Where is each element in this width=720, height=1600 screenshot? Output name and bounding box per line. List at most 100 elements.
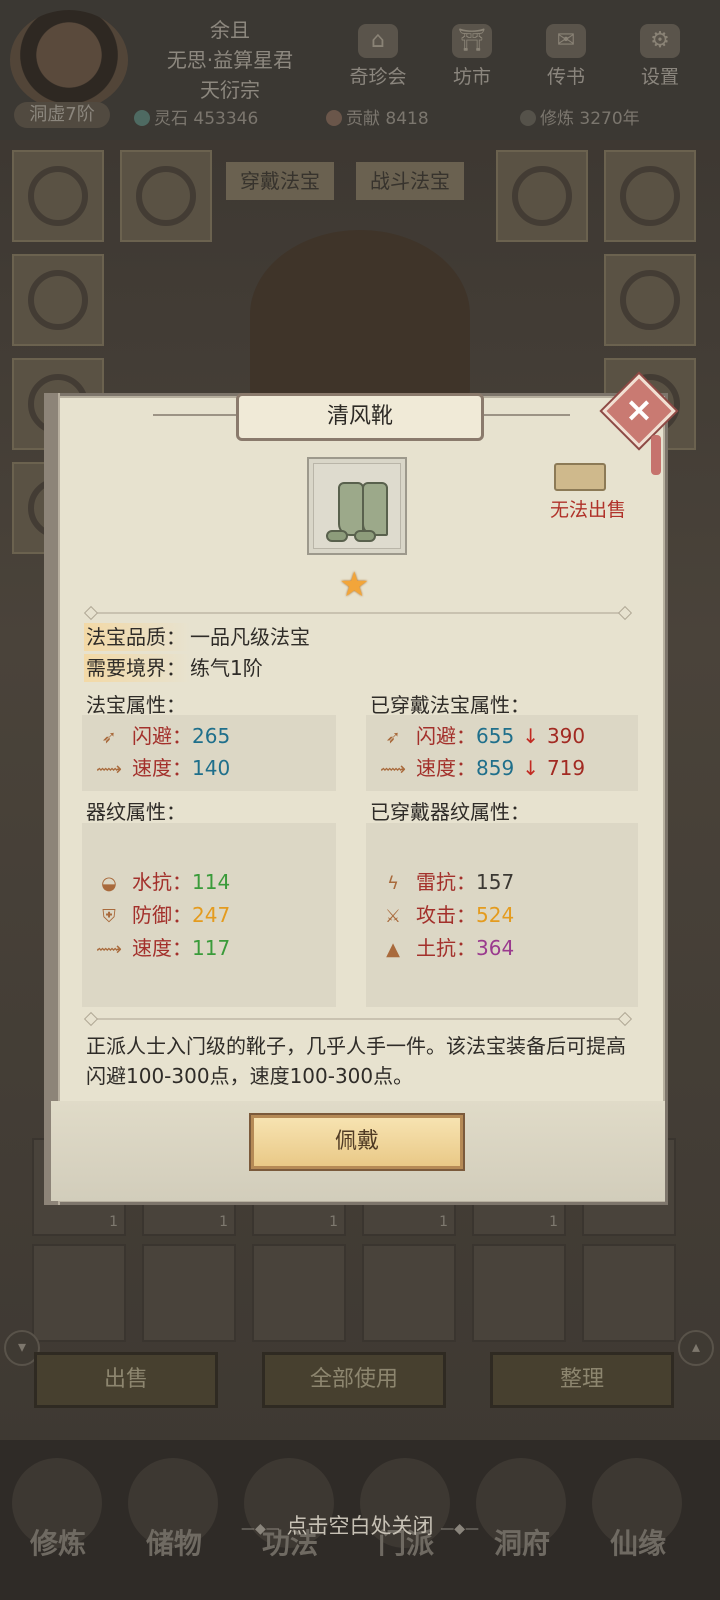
arrow-down-icon: ↓	[522, 724, 539, 748]
attr-value: 140	[192, 756, 231, 780]
attr-value: 655	[476, 724, 515, 748]
settings-button[interactable]: ⚙ 设置	[622, 24, 698, 92]
quality-label: 法宝品质：	[84, 623, 190, 651]
market-button[interactable]: ⛩ 坊市	[434, 24, 510, 92]
close-hint-text: 点击空白处关闭	[286, 1514, 434, 1538]
worn-pattern-attrs-box: ϟ 雷抗：157 ⚔ 攻击：524 ▲ 土抗：364	[366, 823, 638, 1007]
item-attrs-title: 法宝属性：	[86, 693, 186, 717]
bag-item[interactable]	[252, 1244, 346, 1342]
quality-value: 一品凡级法宝	[190, 625, 310, 649]
contribution-icon	[326, 110, 342, 126]
pattern-attrs-box: ◒ 水抗：114 ⛨ 防御：247 ⟿ 速度：117	[82, 823, 336, 1007]
sell-button[interactable]: 出售	[34, 1352, 218, 1408]
arrow-down-icon: ↓	[522, 756, 539, 780]
divider	[88, 612, 628, 614]
nav-cultivate[interactable]: 修炼	[8, 1522, 108, 1562]
scroll-up-button[interactable]: ▴	[678, 1330, 714, 1366]
top-bar: 洞虚7阶 余且 无思·益算星君 天衍宗 ⌂ 奇珍会 ⛩ 坊市 ✉ 传书 ⚙ 设置…	[0, 0, 720, 140]
character-figure	[250, 230, 470, 400]
attr-diff: 719	[546, 756, 586, 780]
equip-slot-ring-1[interactable]	[496, 150, 588, 242]
realm-badge: 洞虚7阶	[14, 102, 110, 128]
attr-value: 157	[476, 870, 515, 894]
wear-button[interactable]: 佩戴	[251, 1115, 463, 1169]
avatar[interactable]	[10, 10, 128, 110]
boot-left-toe	[326, 530, 348, 542]
attr-label: 速度：	[132, 936, 192, 960]
treasure-auction-button[interactable]: ⌂ 奇珍会	[340, 24, 416, 92]
top-menu-label: 坊市	[452, 66, 491, 88]
tab-worn-treasure[interactable]: 穿戴法宝	[226, 162, 334, 200]
tab-battle-treasure[interactable]: 战斗法宝	[356, 162, 464, 200]
speed-icon: ⟿	[380, 759, 406, 780]
cultivation-icon	[520, 110, 536, 126]
earth-resist-icon: ▲	[386, 939, 400, 960]
equip-slot-helmet[interactable]	[120, 150, 212, 242]
dodge-icon: ➶	[101, 727, 117, 748]
attr-value: 364	[476, 936, 515, 960]
speed-icon: ⟿	[96, 939, 122, 960]
item-count: 1	[329, 1214, 338, 1230]
worn-attrs-title: 已穿戴法宝属性：	[370, 693, 530, 717]
mail-button[interactable]: ✉ 传书	[528, 24, 604, 92]
player-title: 无思·益算星君	[166, 48, 294, 72]
attr-label: 土抗：	[416, 936, 476, 960]
gear-icon: ⚙	[640, 24, 680, 58]
attr-row: ▲ 土抗：364	[380, 933, 514, 963]
dodge-icon: ➶	[385, 727, 401, 748]
boot-right	[362, 482, 388, 536]
equip-slot-armor[interactable]	[12, 254, 104, 346]
divider	[88, 1018, 628, 1020]
bag-item[interactable]	[362, 1244, 456, 1342]
close-hint[interactable]: —◆— 点击空白处关闭 —◆—	[200, 1510, 520, 1540]
boot-right-toe	[354, 530, 376, 542]
water-resist-icon: ◒	[101, 873, 117, 894]
player-sect: 天衍宗	[200, 78, 260, 102]
item-count: 1	[549, 1214, 558, 1230]
speed-icon: ⟿	[96, 759, 122, 780]
item-image	[307, 457, 407, 555]
attr-label: 攻击：	[416, 903, 476, 927]
bag-item[interactable]	[582, 1244, 676, 1342]
bag-item[interactable]	[32, 1244, 126, 1342]
attr-diff: 390	[546, 724, 586, 748]
item-count: 1	[219, 1214, 228, 1230]
attr-label: 闪避：	[132, 724, 192, 748]
worn-attrs-box: ➶ 闪避：655 ↓ 390 ⟿ 速度：859 ↓ 719	[366, 715, 638, 791]
attr-row: ➶ 闪避：265	[96, 721, 230, 751]
use-all-button[interactable]: 全部使用	[262, 1352, 446, 1408]
attr-row: ◒ 水抗：114	[96, 867, 230, 897]
top-menu-label: 奇珍会	[349, 66, 407, 88]
attr-label: 速度：	[416, 756, 476, 780]
sort-button[interactable]: 整理	[490, 1352, 674, 1408]
stat-value: 灵石 453346	[154, 109, 259, 129]
attr-row: ⚔ 攻击：524	[380, 900, 514, 930]
defense-icon: ⛨	[102, 906, 116, 927]
stat-value: 贡献 8418	[346, 109, 429, 129]
sell-status: 无法出售	[549, 499, 626, 521]
market-icon: ⛩	[452, 24, 492, 58]
nav-fate[interactable]: 仙缘	[588, 1522, 688, 1562]
stat-value: 修炼 3270年	[540, 109, 640, 129]
equip-slot-ring-3[interactable]	[604, 254, 696, 346]
equip-slot-necklace[interactable]	[12, 150, 104, 242]
spirit-stone-icon	[134, 110, 150, 126]
attr-value: 859	[476, 756, 515, 780]
ornament-right: —◆—	[440, 1521, 479, 1537]
equip-slot-ring-2[interactable]	[604, 150, 696, 242]
attr-value: 114	[192, 870, 231, 894]
attr-row: ⛨ 防御：247	[96, 900, 230, 930]
top-menu-label: 设置	[640, 66, 679, 88]
modal-scroll-rail	[44, 393, 60, 1205]
attr-value: 265	[192, 724, 231, 748]
attr-label: 水抗：	[132, 870, 192, 894]
bag-item[interactable]	[472, 1244, 566, 1342]
attr-value: 247	[192, 903, 231, 927]
item-detail-modal: 清风靴 × 无法出售 ★ 法宝品质： 一品凡级法宝 需要境界： 练气1阶 法宝属性：…	[44, 374, 676, 1205]
item-count: 1	[439, 1214, 448, 1230]
tassel-ornament	[651, 435, 661, 475]
item-count: 1	[109, 1214, 118, 1230]
worn-pattern-attrs-title: 已穿戴器纹属性：	[370, 800, 530, 824]
bag-item[interactable]	[142, 1244, 236, 1342]
quality-row: 法宝品质： 一品凡级法宝	[84, 623, 310, 651]
